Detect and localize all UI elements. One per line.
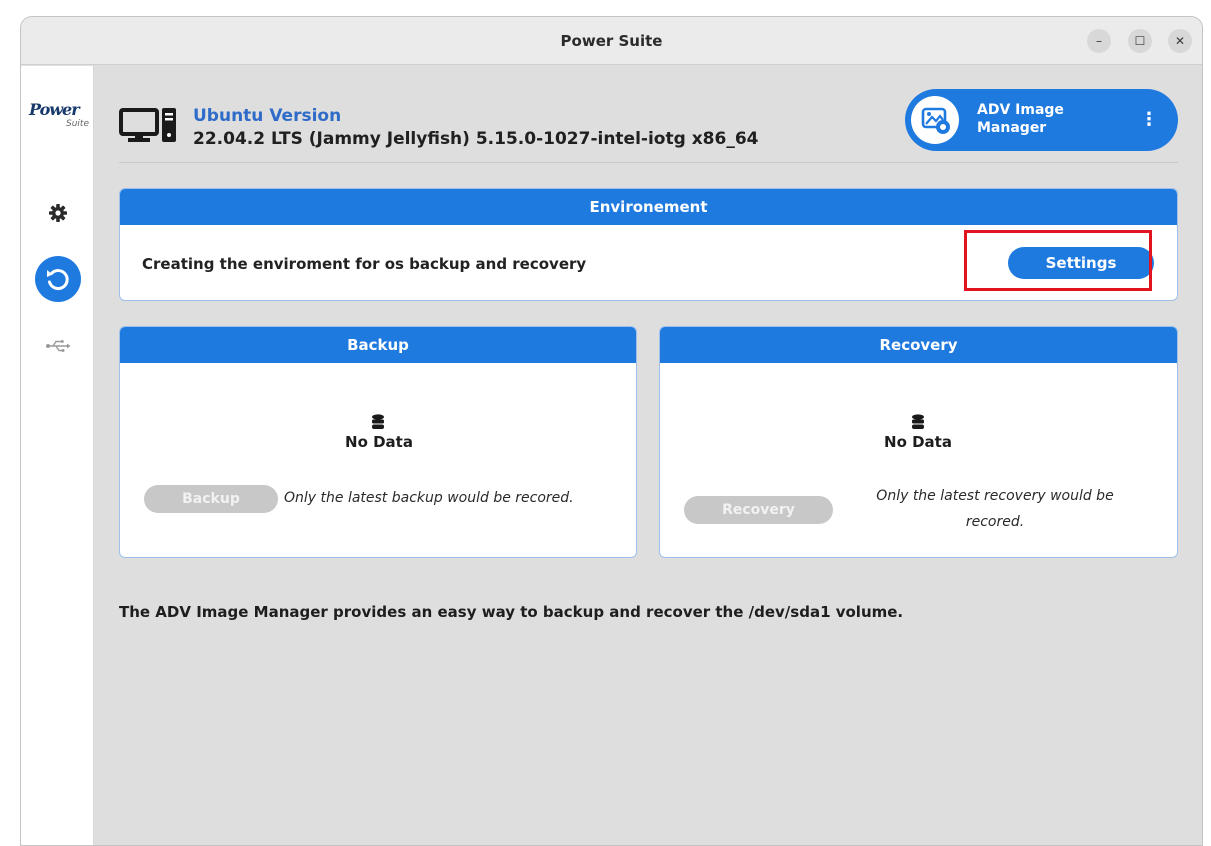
recovery-no-data: No Data xyxy=(884,433,952,451)
sidebar: Power Suite xyxy=(21,66,94,845)
os-version-label: Ubuntu Version xyxy=(193,106,342,126)
logo-power-text: Power xyxy=(29,100,80,119)
gear-icon[interactable] xyxy=(48,203,68,227)
adv-image-manager-button[interactable]: ADV Image Manager ⋮ xyxy=(905,89,1178,151)
backup-button[interactable]: Backup xyxy=(144,485,278,513)
maximize-button[interactable]: ☐ xyxy=(1128,29,1152,53)
environment-description: Creating the enviroment for os backup an… xyxy=(142,255,587,273)
header-divider xyxy=(119,162,1178,163)
backup-note: Only the latest backup would be recored. xyxy=(284,490,574,506)
more-vertical-icon[interactable]: ⋮ xyxy=(1140,109,1158,130)
minimize-button[interactable]: – xyxy=(1087,29,1111,53)
recovery-note: Only the latest recovery would be recore… xyxy=(876,488,1114,530)
environment-panel-title: Environement xyxy=(120,189,1177,225)
os-version-value: 22.04.2 LTS (Jammy Jellyfish) 5.15.0-102… xyxy=(193,129,759,149)
adv-image-manager-label: ADV Image Manager xyxy=(977,102,1064,136)
app-window: Power Suite – ☐ ✕ Power Suite Ubuntu Ver… xyxy=(20,16,1203,846)
recovery-button[interactable]: Recovery xyxy=(684,496,833,524)
close-button[interactable]: ✕ xyxy=(1168,29,1192,53)
backup-panel-title: Backup xyxy=(120,327,636,363)
sidebar-item-backup-recovery[interactable] xyxy=(35,256,81,302)
recovery-panel-title: Recovery xyxy=(660,327,1177,363)
restore-icon xyxy=(47,269,69,291)
recovery-panel: Recovery No Data Recovery Only the lates… xyxy=(659,326,1178,558)
title-bar: Power Suite – ☐ ✕ xyxy=(21,17,1202,65)
backup-no-data: No Data xyxy=(345,433,413,451)
logo-suite-text: Suite xyxy=(66,119,89,129)
image-manager-icon xyxy=(911,96,959,144)
main-content: Ubuntu Version 22.04.2 LTS (Jammy Jellyf… xyxy=(95,66,1202,845)
backup-panel: Backup No Data Backup Only the latest ba… xyxy=(119,326,637,558)
database-icon xyxy=(371,414,385,434)
window-title: Power Suite xyxy=(560,32,663,50)
footer-description: The ADV Image Manager provides an easy w… xyxy=(119,603,904,621)
settings-highlight-box xyxy=(964,230,1152,291)
computer-icon xyxy=(119,106,181,150)
usb-icon[interactable] xyxy=(45,338,71,357)
database-icon xyxy=(911,414,925,434)
